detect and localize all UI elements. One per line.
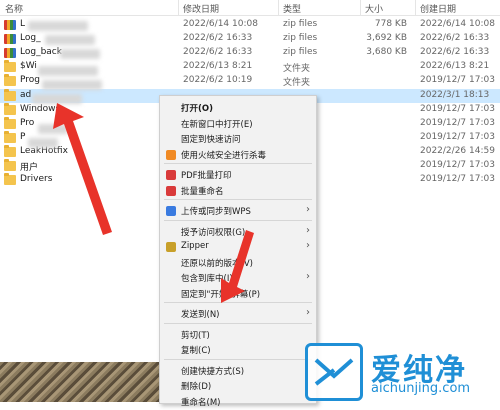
arrow-to-folder [53,103,112,235]
watermark-logo-icon [305,343,363,401]
arrow-to-send-to [221,230,254,303]
arrow-to-folder-shape [53,103,112,235]
watermark-url: aichunjing.com [371,381,471,396]
red-arrow-annotations [53,103,254,303]
watermark: 爱纯净 aichunjing.com [305,343,495,401]
arrow-to-send-to-shape [221,230,254,303]
